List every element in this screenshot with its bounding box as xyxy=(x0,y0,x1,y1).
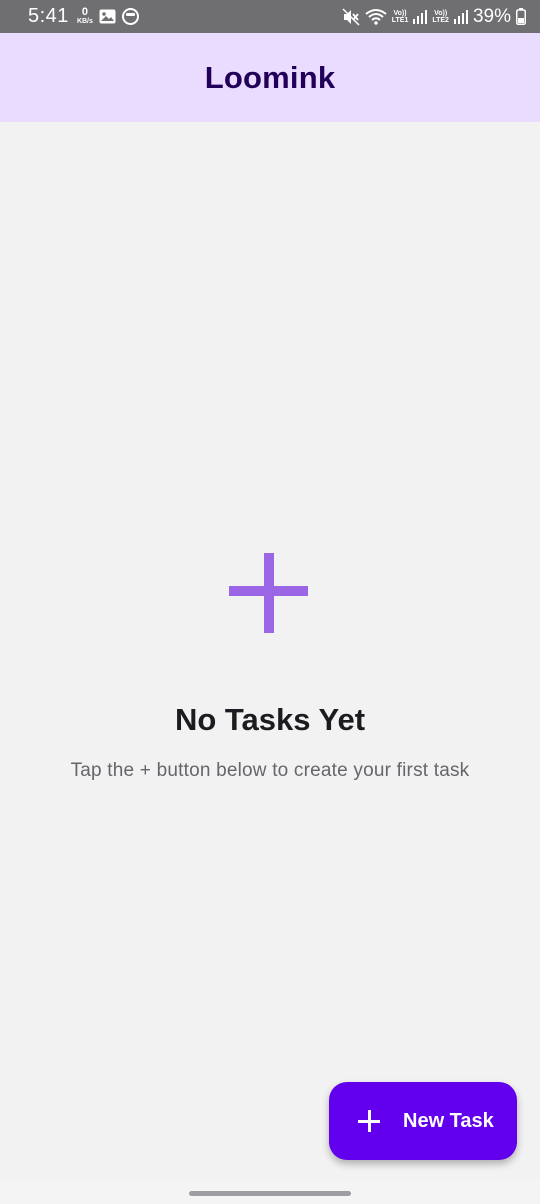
empty-state-subtitle: Tap the + button below to create your fi… xyxy=(70,760,470,781)
app-notification-icon xyxy=(121,8,139,25)
network-speed-unit: KB/s xyxy=(76,18,93,25)
battery-percent: 39% xyxy=(472,5,511,27)
screen: 5:41 0 KB/s Vo)) LTE1 Vo)) LTE2 39% Loom… xyxy=(0,0,540,1204)
empty-state: No Tasks Yet Tap the + button below to c… xyxy=(0,548,540,782)
status-right: Vo)) LTE1 Vo)) LTE2 39% xyxy=(342,6,526,28)
status-time: 5:41 xyxy=(28,5,69,27)
new-task-label: New Task xyxy=(403,1109,494,1132)
battery-icon xyxy=(516,8,526,25)
sim1-label: Vo)) LTE1 xyxy=(392,10,409,24)
app-bar: Loomink xyxy=(0,33,540,122)
wifi-icon xyxy=(365,8,387,25)
sim2-label: Vo)) LTE2 xyxy=(432,10,449,24)
signal-icon xyxy=(453,9,468,24)
signal-icon xyxy=(413,9,428,24)
network-speed: 0 KB/s xyxy=(77,7,93,26)
sim1-label-top: Vo)) xyxy=(393,9,407,17)
sim2-label-top: Vo)) xyxy=(434,9,448,17)
gallery-icon xyxy=(99,9,116,24)
new-task-button[interactable]: New Task xyxy=(329,1082,517,1160)
sim2-label-bottom: LTE2 xyxy=(432,16,449,24)
plus-icon xyxy=(357,1109,381,1133)
empty-state-title: No Tasks Yet xyxy=(174,702,366,737)
sim1-label-bottom: LTE1 xyxy=(391,16,409,24)
status-left: 5:41 0 KB/s xyxy=(28,5,139,28)
app-title: Loomink xyxy=(204,59,336,95)
plus-icon xyxy=(228,548,312,638)
network-speed-value: 0 xyxy=(81,6,88,18)
navigation-bar xyxy=(0,1180,540,1204)
status-bar: 5:41 0 KB/s Vo)) LTE1 Vo)) LTE2 39% xyxy=(0,0,540,33)
gesture-handle[interactable] xyxy=(189,1191,351,1196)
mute-icon xyxy=(342,7,360,26)
